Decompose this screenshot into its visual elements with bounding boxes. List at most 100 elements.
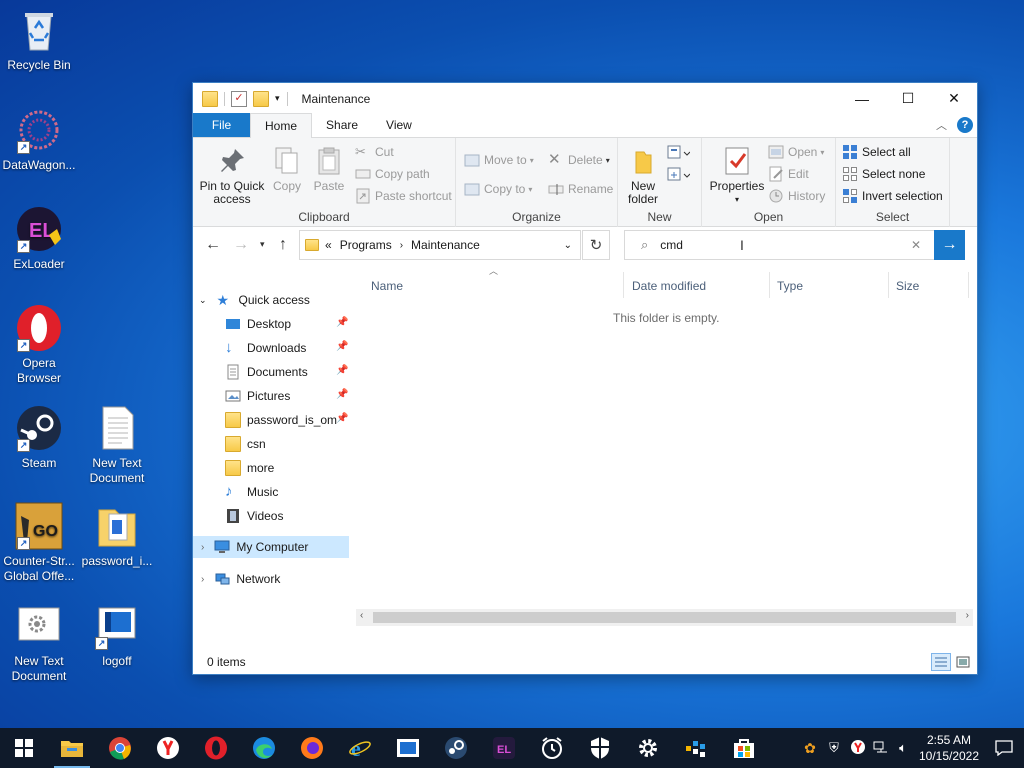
paste-button[interactable]: Paste (309, 144, 349, 193)
start-button[interactable] (0, 728, 48, 768)
collapse-ribbon-icon[interactable]: ︿ (936, 117, 947, 133)
nav-item-music[interactable]: ♪ Music (225, 481, 278, 503)
notification-center-icon[interactable] (984, 740, 1024, 756)
details-view-icon[interactable] (931, 653, 951, 671)
column-date-modified[interactable]: Date modified (632, 276, 706, 296)
column-type[interactable]: Type (777, 276, 803, 296)
clock[interactable]: 2:55 AM 10/15/2022 (914, 732, 984, 764)
nav-item-videos[interactable]: Videos (225, 505, 283, 527)
rename-button[interactable]: Rename (548, 179, 613, 199)
scroll-left-icon[interactable]: ‹ (360, 610, 363, 621)
breadcrumb-maintenance[interactable]: Maintenance (411, 238, 480, 252)
taskbar-yandex[interactable] (144, 728, 192, 768)
nav-item-documents[interactable]: Documents (225, 361, 308, 383)
move-to-button[interactable]: Move to ▾ (464, 150, 534, 170)
desktop-icon-logoff[interactable]: ↗ logoff (78, 602, 156, 669)
desktop-icon-recycle-bin[interactable]: Recycle Bin (0, 6, 78, 73)
large-icons-view-icon[interactable] (955, 654, 971, 670)
copy-button[interactable]: Copy (269, 144, 305, 193)
tab-home[interactable]: Home (250, 113, 313, 138)
taskbar-edge[interactable] (240, 728, 288, 768)
tab-share[interactable]: Share (312, 113, 372, 137)
taskbar-app-grid[interactable] (672, 728, 720, 768)
quick-access-dropdown-icon[interactable]: ▾ (275, 93, 280, 104)
forward-arrow-icon[interactable]: → (233, 236, 249, 254)
network-status-icon[interactable] (870, 740, 892, 757)
address-bar[interactable]: « Programs › Maintenance ⌄ (299, 230, 581, 260)
copy-path-button[interactable]: Copy path (355, 164, 430, 184)
delete-button[interactable]: ✕ Delete ▾ (548, 150, 610, 170)
column-name[interactable]: Name (371, 276, 403, 296)
taskbar-internet-explorer[interactable]: e (336, 728, 384, 768)
close-button[interactable]: ✕ (931, 83, 977, 114)
up-arrow-icon[interactable]: ↑ (279, 236, 287, 254)
address-overflow[interactable]: « (325, 238, 332, 252)
recent-locations-icon[interactable]: ▾ (260, 239, 265, 250)
new-folder-button[interactable]: New folder (622, 144, 664, 206)
horizontal-scrollbar[interactable]: ‹ › (356, 609, 973, 626)
cut-button[interactable]: ✂ Cut (355, 142, 394, 162)
breadcrumb-programs[interactable]: Programs (340, 238, 392, 252)
copy-to-button[interactable]: Copy to ▾ (464, 179, 532, 199)
properties-quick-icon[interactable]: ✓ (231, 90, 247, 107)
edit-button[interactable]: Edit (768, 164, 809, 184)
new-item-icon[interactable] (666, 144, 691, 162)
taskbar-settings[interactable] (624, 728, 672, 768)
properties-button[interactable]: Properties ▾ (706, 144, 768, 206)
taskbar-firefox[interactable] (288, 728, 336, 768)
tray-shield-icon[interactable]: ⛨ (822, 740, 846, 756)
taskbar-store[interactable] (720, 728, 768, 768)
select-none-button[interactable]: Select none (842, 164, 925, 184)
taskbar-opera[interactable] (192, 728, 240, 768)
history-button[interactable]: History (768, 186, 825, 206)
taskbar-steam[interactable] (432, 728, 480, 768)
new-folder-quick-icon[interactable] (253, 90, 269, 107)
scroll-right-icon[interactable]: › (966, 610, 969, 621)
minimize-button[interactable]: — (839, 83, 885, 114)
desktop-icon-password[interactable]: password_i... (78, 502, 156, 569)
back-arrow-icon[interactable]: ← (205, 236, 221, 254)
paste-shortcut-button[interactable]: Paste shortcut (355, 186, 452, 206)
tab-file[interactable]: File (193, 113, 250, 137)
search-box[interactable]: ⌕ cmd I ✕ (624, 230, 936, 260)
search-input[interactable]: cmd (660, 238, 683, 252)
desktop-icon-opera[interactable]: ↗ Opera Browser (0, 304, 78, 386)
taskbar-chrome[interactable] (96, 728, 144, 768)
nav-item-pictures[interactable]: Pictures (225, 385, 290, 407)
desktop-icon-exloader[interactable]: EL ↗ ExLoader (0, 205, 78, 272)
search-go-button[interactable]: → (934, 230, 965, 260)
nav-item-password[interactable]: password_is_om (225, 409, 337, 431)
tray-yandex-icon[interactable] (846, 739, 870, 758)
refresh-button[interactable]: ↻ (582, 230, 610, 260)
easy-access-icon[interactable] (666, 166, 691, 184)
desktop-icon-datawagon[interactable]: ↗ DataWagon... (0, 106, 78, 173)
nav-quick-access[interactable]: ⌄ ★ Quick access (199, 289, 310, 311)
nav-item-csn[interactable]: csn (225, 433, 266, 455)
taskbar-security[interactable] (576, 728, 624, 768)
tab-view[interactable]: View (372, 113, 426, 137)
taskbar-logoff-app[interactable] (384, 728, 432, 768)
invert-selection-button[interactable]: Invert selection (842, 186, 943, 206)
select-all-button[interactable]: Select all (842, 142, 911, 162)
nav-item-more[interactable]: more (225, 457, 274, 479)
nav-item-desktop[interactable]: Desktop (225, 313, 291, 335)
tray-colorful-icon[interactable]: ✿ (798, 740, 822, 757)
maximize-button[interactable]: ☐ (885, 83, 931, 114)
nav-my-computer[interactable]: › My Computer (193, 536, 349, 558)
volume-icon[interactable]: 🔈︎ (892, 740, 914, 756)
help-icon[interactable]: ? (957, 117, 973, 133)
clear-search-icon[interactable]: ✕ (911, 238, 921, 252)
pin-quick-access-button[interactable]: Pin to Quick access (199, 144, 265, 206)
desktop-icon-new-text-document[interactable]: New Text Document (78, 404, 156, 486)
desktop-icon-csgo[interactable]: GO ↗ Counter-Str... Global Offe... (0, 502, 78, 584)
taskbar-file-explorer[interactable] (48, 728, 96, 768)
taskbar-exloader[interactable]: EL (480, 728, 528, 768)
address-dropdown-icon[interactable]: ⌄ (564, 240, 572, 251)
desktop-icon-new-text-document-2[interactable]: New Text Document (0, 602, 78, 684)
open-button[interactable]: Open ▾ (768, 142, 824, 162)
nav-item-downloads[interactable]: ↓ Downloads (225, 337, 306, 359)
nav-network[interactable]: › Network (201, 568, 280, 590)
scrollbar-thumb[interactable] (373, 612, 956, 623)
taskbar-alarm-clock[interactable] (528, 728, 576, 768)
column-size[interactable]: Size (896, 276, 919, 296)
